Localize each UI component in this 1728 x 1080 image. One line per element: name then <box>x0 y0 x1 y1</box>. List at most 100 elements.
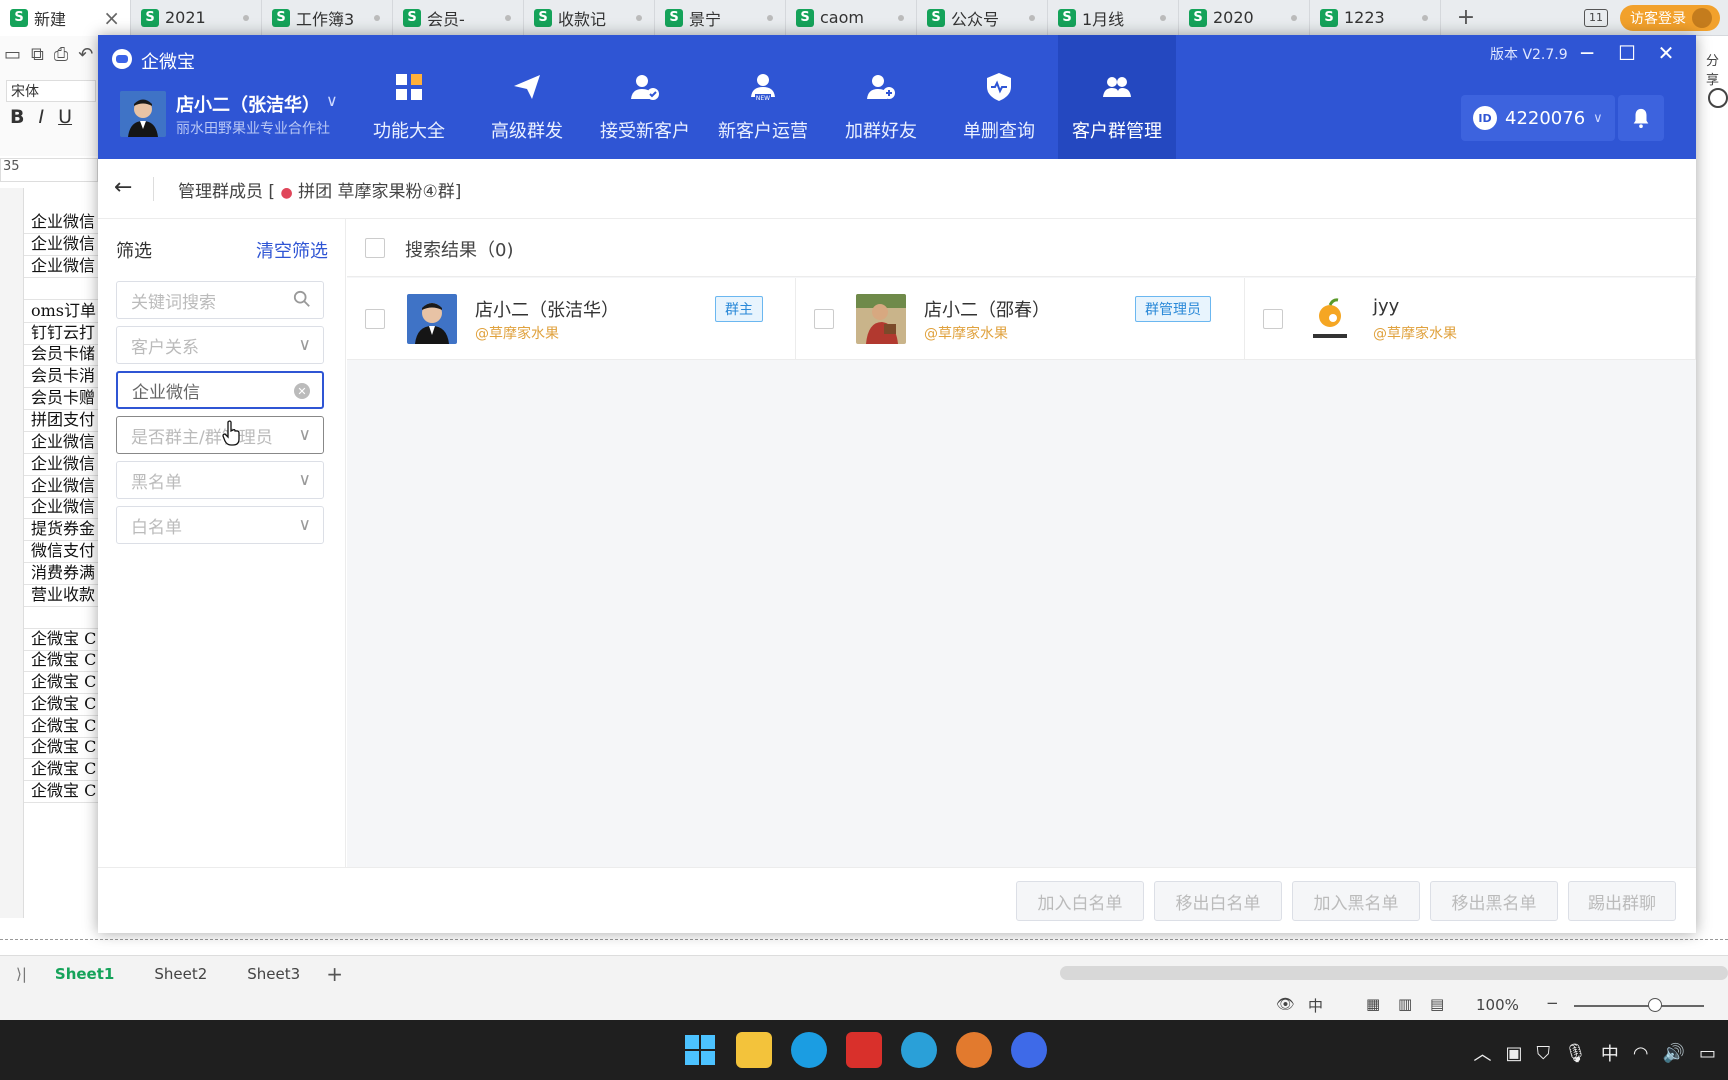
maximize-icon[interactable]: ☐ <box>1612 41 1642 65</box>
file-explorer-icon[interactable] <box>736 1032 772 1068</box>
user-avatar[interactable] <box>120 91 166 137</box>
blacklist-select[interactable]: 黑名单 ∨ <box>116 461 324 499</box>
document-tab[interactable]: S 景宁 <box>655 0 786 36</box>
sheet-tab-3[interactable]: Sheet3 <box>227 965 320 983</box>
select-all-checkbox[interactable] <box>365 238 385 258</box>
tray-ime-indicator[interactable]: 中 <box>1601 1040 1619 1066</box>
new-tab-icon[interactable]: + <box>1441 5 1491 30</box>
zoom-slider-knob[interactable] <box>1648 998 1662 1012</box>
guest-login-button[interactable]: 访客登录 <box>1620 4 1720 31</box>
share-label[interactable]: 分享 <box>1706 50 1728 88</box>
close-icon[interactable]: ✕ <box>1651 41 1681 65</box>
underline-button[interactable]: U <box>58 106 72 128</box>
document-tab[interactable]: S 会员- <box>393 0 524 36</box>
search-icon[interactable] <box>1708 88 1728 108</box>
nav-item-label: 加群好友 <box>845 121 917 142</box>
normal-view-icon[interactable]: ▦ <box>1366 995 1380 1013</box>
nav-item[interactable]: 接受新客户 <box>586 35 704 159</box>
back-arrow-icon[interactable]: ← <box>114 175 132 200</box>
cell-name-box[interactable]: 35 <box>0 158 98 182</box>
nav-item[interactable]: 加群好友 <box>822 35 940 159</box>
account-id-selector[interactable]: ID 4220076 ∨ <box>1461 95 1615 141</box>
clear-filter-link[interactable]: 清空筛选 <box>256 237 328 263</box>
save-icon[interactable]: ▭ <box>4 44 21 65</box>
document-tab[interactable]: S 新建 × <box>0 0 131 36</box>
add-sheet-icon[interactable]: + <box>320 962 343 986</box>
member-card[interactable]: 店小二（邵春） @草摩家水果 群管理员 <box>796 278 1245 360</box>
member-checkbox[interactable] <box>365 309 385 329</box>
ime-indicator[interactable]: 中 <box>1308 995 1323 1016</box>
search-icon[interactable] <box>293 290 311 313</box>
document-tab[interactable]: Scaom <box>786 0 917 36</box>
spreadsheet-logo-icon: S <box>927 8 945 27</box>
tab-status-dot <box>1291 14 1297 21</box>
add-blacklist-button[interactable]: 加入黑名单 <box>1292 881 1420 921</box>
minimize-icon[interactable]: ─ <box>1572 41 1602 65</box>
horizontal-scrollbar[interactable] <box>1060 966 1728 980</box>
role-badge: 群主 <box>715 296 763 322</box>
print-icon[interactable]: ⎙ <box>54 44 68 65</box>
reading-view-icon[interactable]: ▤ <box>1430 995 1444 1013</box>
nav-item[interactable]: 客户群管理 <box>1058 35 1176 159</box>
remove-blacklist-button[interactable]: 移出黑名单 <box>1430 881 1558 921</box>
version-label: 版本 V2.7.9 <box>1490 47 1568 63</box>
member-checkbox[interactable] <box>814 309 834 329</box>
chevron-down-icon[interactable]: ∨ <box>326 91 338 110</box>
document-tab[interactable]: S 1月线 <box>1048 0 1179 36</box>
zoom-level[interactable]: 100% <box>1476 996 1519 1014</box>
notification-bell-icon[interactable] <box>1618 95 1664 141</box>
document-tab[interactable]: S 2021 <box>131 0 262 36</box>
document-tab[interactable]: S 工作簿3 <box>262 0 393 36</box>
remove-whitelist-button[interactable]: 移出白名单 <box>1154 881 1282 921</box>
volume-icon[interactable]: 🔊 <box>1663 1043 1685 1064</box>
undo-icon[interactable]: ↶ <box>78 44 93 65</box>
customer-relation-select[interactable]: 客户关系 ∨ <box>116 326 324 364</box>
document-tab[interactable]: S 公众号 <box>917 0 1048 36</box>
windows-start-icon[interactable] <box>682 1032 718 1068</box>
page-view-icon[interactable]: ▥ <box>1398 995 1412 1013</box>
window-count-icon[interactable]: 11 <box>1584 8 1608 27</box>
member-checkbox[interactable] <box>1263 309 1283 329</box>
tray-app-icon[interactable]: ▣ <box>1505 1043 1522 1064</box>
close-tab-icon[interactable]: × <box>103 6 120 30</box>
document-tab[interactable]: S 2020 <box>1179 0 1310 36</box>
nav-item[interactable]: 功能大全 <box>350 35 468 159</box>
export-icon[interactable]: ⧉ <box>31 44 44 65</box>
filter-panel: 筛选 清空筛选 关键词搜索 客户关系 ∨ 企业微信 ✕ 是否群主/群管理员 ∨ … <box>98 219 346 867</box>
document-tab[interactable]: S 1223 <box>1310 0 1441 36</box>
kick-from-group-button[interactable]: 踢出群聊 <box>1568 881 1676 921</box>
tray-expand-icon[interactable]: ︿ <box>1473 1040 1491 1066</box>
document-tab[interactable]: S 收款记 <box>524 0 655 36</box>
add-whitelist-button[interactable]: 加入白名单 <box>1016 881 1144 921</box>
member-card[interactable]: 店小二（张洁华） @草摩家水果 群主 <box>347 278 796 360</box>
sheet-nav-icon[interactable]: ⟩| <box>0 965 35 983</box>
nav-item[interactable]: NEW 新客户运营 <box>704 35 822 159</box>
wifi-icon[interactable]: ◠ <box>1633 1043 1649 1064</box>
nav-item[interactable]: 高级群发 <box>468 35 586 159</box>
italic-button[interactable]: I <box>38 106 44 128</box>
game-app-icon[interactable] <box>956 1032 992 1068</box>
user-name[interactable]: 店小二（张洁华） <box>176 91 320 117</box>
zoom-out-icon[interactable]: − <box>1546 994 1559 1012</box>
owner-admin-select[interactable]: 是否群主/群管理员 ∨ <box>116 416 324 454</box>
zoom-slider-track[interactable] <box>1574 1005 1704 1007</box>
nav-item[interactable]: 单删查询 <box>940 35 1058 159</box>
source-select[interactable]: 企业微信 ✕ <box>116 371 324 409</box>
bold-button[interactable]: B <box>10 106 24 128</box>
member-card[interactable]: jyy @草摩家水果 <box>1245 278 1696 360</box>
right-toolbar-fragment: 分享 <box>1698 44 1728 154</box>
search-app-icon[interactable] <box>901 1032 937 1068</box>
whitelist-select[interactable]: 白名单 ∨ <box>116 506 324 544</box>
sheet-tab-2[interactable]: Sheet2 <box>134 965 227 983</box>
font-name-select[interactable]: 宋体 <box>6 80 96 102</box>
clear-selection-icon[interactable]: ✕ <box>294 383 310 399</box>
battery-icon[interactable]: ▭ <box>1699 1043 1716 1064</box>
keyword-search-input[interactable]: 关键词搜索 <box>116 281 324 319</box>
sheet-tab-1[interactable]: Sheet1 <box>35 965 134 983</box>
qiweibao-taskbar-icon[interactable] <box>1011 1032 1047 1068</box>
edge-browser-icon[interactable] <box>791 1032 827 1068</box>
eye-icon[interactable]: 👁 <box>1276 995 1295 1013</box>
tray-shield-icon[interactable]: ⛉ <box>1536 1043 1550 1064</box>
wps-office-icon[interactable] <box>846 1032 882 1068</box>
microphone-icon[interactable]: 🎙 <box>1564 1043 1587 1064</box>
